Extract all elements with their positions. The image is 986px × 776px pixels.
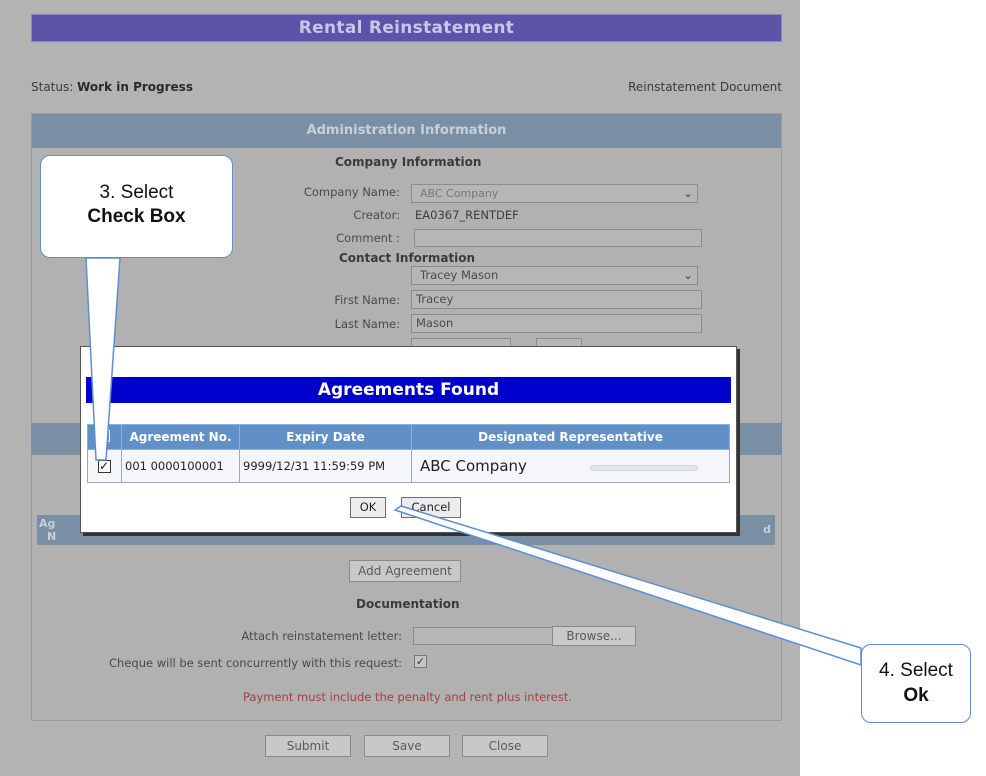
- comment-input[interactable]: [414, 229, 702, 247]
- select-all-checkbox[interactable]: [99, 429, 110, 442]
- step3-line1: 3. Select: [99, 182, 174, 203]
- agreements-found-dialog: Agreements Found Agreement No. Expiry Da…: [80, 346, 737, 533]
- contact-select-value: Tracey Mason: [420, 268, 499, 282]
- representative-cell: ABC Company: [411, 449, 730, 483]
- company-name-label: Company Name:: [303, 185, 400, 199]
- representative-value: ABC Company: [420, 457, 527, 475]
- documentation-title: Documentation: [356, 597, 460, 611]
- dialog-title: Agreements Found: [86, 377, 731, 403]
- col-designated-representative: Designated Representative: [411, 424, 730, 450]
- cheque-label: Cheque will be sent concurrently with th…: [109, 656, 402, 670]
- status-label: Status:: [31, 80, 74, 94]
- expiry-date-cell: 9999/12/31 11:59:59 PM: [239, 449, 412, 483]
- reinstatement-document-link[interactable]: Reinstatement Document: [628, 80, 782, 94]
- row-checkbox[interactable]: ✓: [97, 460, 111, 473]
- agreements-col-partial-right: d: [763, 523, 771, 536]
- select-all-header[interactable]: [87, 424, 122, 450]
- attach-letter-label: Attach reinstatement letter:: [241, 629, 402, 643]
- step3-callout: 3. Select Check Box: [40, 155, 233, 258]
- creator-label: Creator:: [353, 208, 400, 222]
- first-name-label: First Name:: [334, 293, 400, 307]
- table-row: ✓ 001 0000100001 9999/12/31 11:59:59 PM …: [87, 449, 730, 483]
- comment-label: Comment :: [336, 231, 400, 245]
- status-line: Status: Work in Progress: [31, 80, 193, 94]
- step3-line2: Check Box: [87, 206, 186, 227]
- last-name-label: Last Name:: [334, 317, 400, 331]
- table-header-row: Agreement No. Expiry Date Designated Rep…: [87, 424, 730, 450]
- status-value: Work in Progress: [77, 80, 193, 94]
- company-name-select[interactable]: ABC Company ⌄: [411, 184, 698, 203]
- page-title: Rental Reinstatement: [31, 14, 782, 42]
- company-information-title: Company Information: [335, 155, 482, 169]
- contact-information-title: Contact Information: [339, 251, 476, 265]
- agreement-no-cell: 001 0000100001: [121, 449, 240, 483]
- step4-callout: 4. Select Ok: [861, 644, 971, 723]
- payment-warning: Payment must include the penalty and ren…: [243, 690, 572, 704]
- first-name-input[interactable]: Tracey: [411, 290, 702, 309]
- step4-line1: 4. Select: [879, 660, 953, 681]
- browse-button[interactable]: Browse...: [552, 626, 636, 646]
- ok-button[interactable]: OK: [350, 497, 386, 518]
- redaction-bar: [590, 465, 698, 471]
- agreements-col-partial-2: N: [47, 530, 57, 543]
- company-name-value: ABC Company: [420, 187, 499, 200]
- chevron-down-icon: ⌄: [682, 186, 693, 200]
- creator-value: EA0367_RENTDEF: [415, 208, 519, 222]
- col-agreement-no: Agreement No.: [121, 424, 240, 450]
- chevron-down-icon: ⌄: [682, 268, 693, 282]
- row-select-cell: ✓: [87, 449, 122, 483]
- cancel-button[interactable]: Cancel: [401, 497, 461, 518]
- attach-file-input[interactable]: [413, 627, 553, 645]
- last-name-input[interactable]: Mason: [411, 314, 702, 333]
- administration-header: Administration Information: [32, 114, 781, 148]
- contact-select[interactable]: Tracey Mason ⌄: [411, 266, 698, 285]
- close-button[interactable]: Close: [462, 735, 548, 757]
- cheque-checkbox[interactable]: ✓: [414, 655, 427, 668]
- submit-button[interactable]: Submit: [265, 735, 351, 757]
- agreements-col-partial: Ag: [39, 517, 56, 530]
- add-agreement-button[interactable]: Add Agreement: [349, 560, 461, 582]
- agreements-table: Agreement No. Expiry Date Designated Rep…: [87, 424, 730, 483]
- step4-line2: Ok: [903, 685, 929, 706]
- col-expiry-date: Expiry Date: [239, 424, 412, 450]
- save-button[interactable]: Save: [364, 735, 450, 757]
